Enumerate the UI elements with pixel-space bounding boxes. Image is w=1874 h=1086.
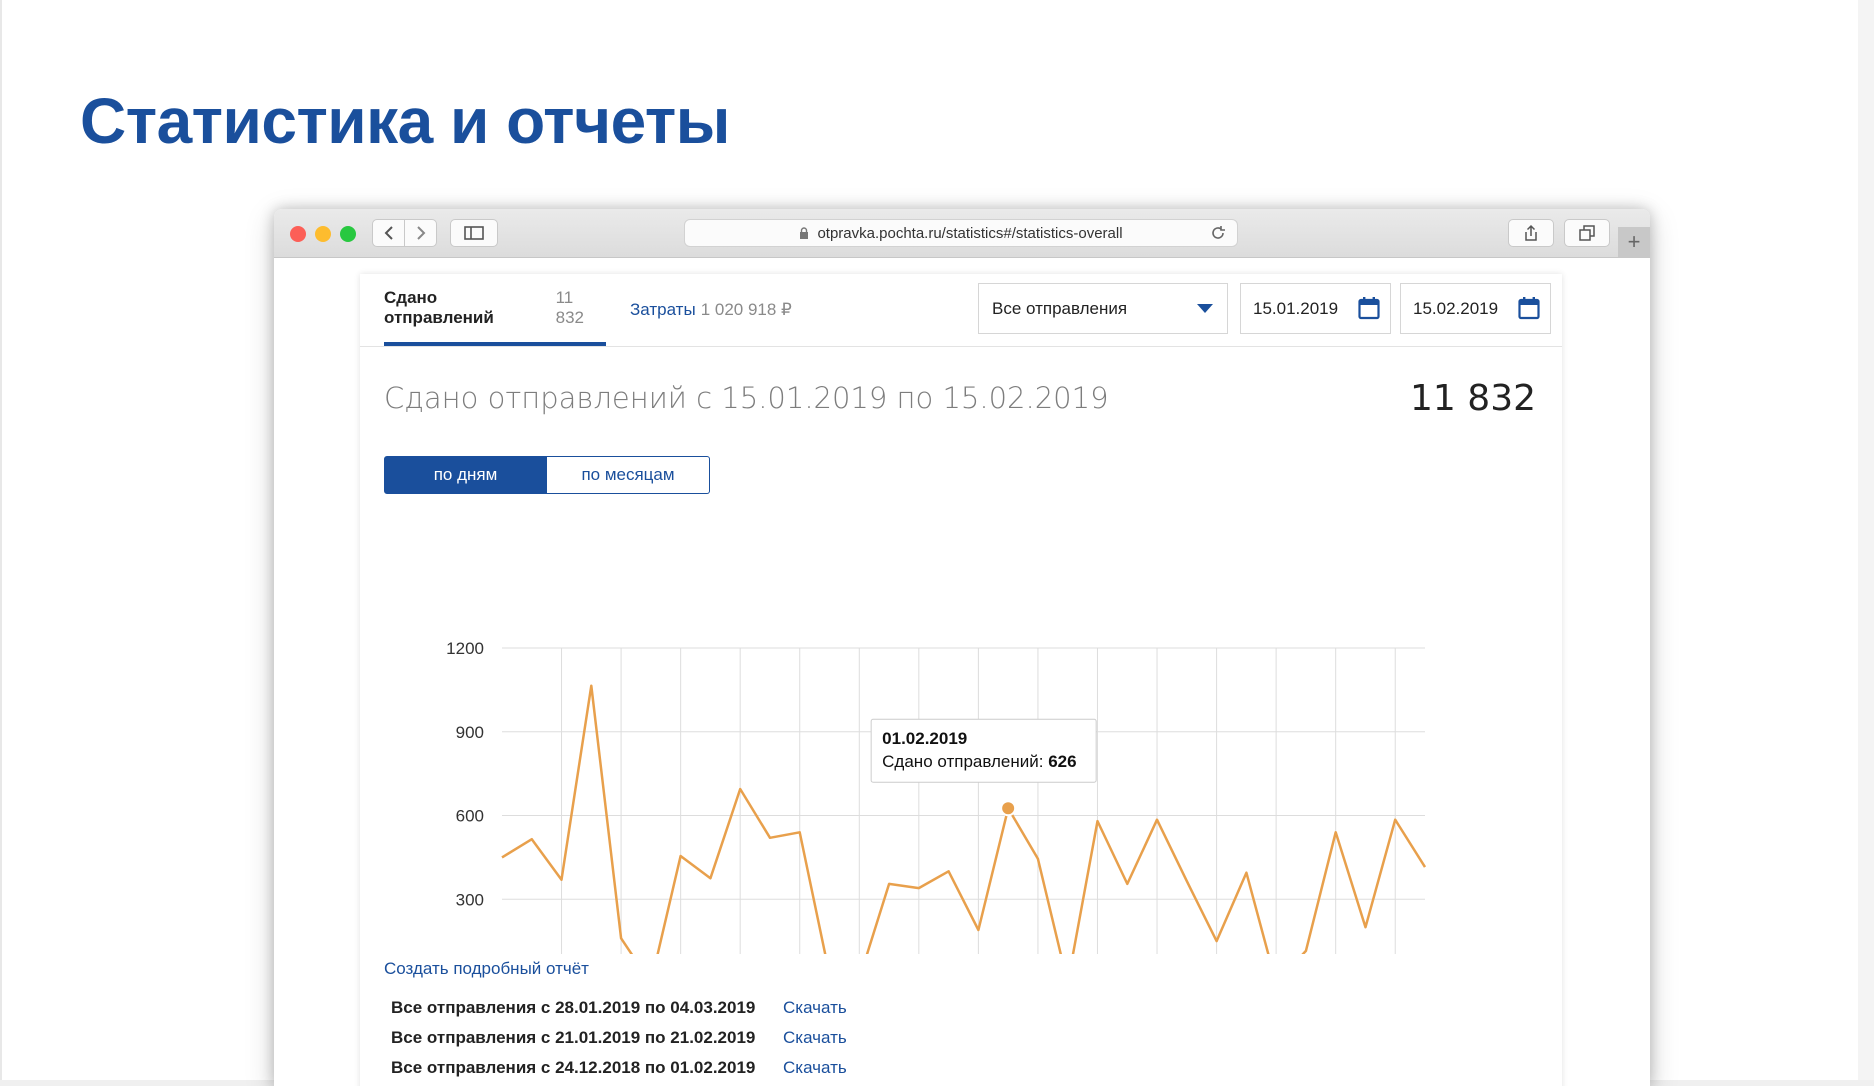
browser-window: otpravka.pochta.ru/statistics#/statistic… xyxy=(274,209,1650,1086)
share-button[interactable] xyxy=(1508,219,1554,247)
close-window-button[interactable] xyxy=(290,226,306,242)
tabs-overview-button[interactable] xyxy=(1564,219,1610,247)
data-point xyxy=(619,936,623,940)
create-report-link[interactable]: Создать подробный отчёт xyxy=(384,959,589,979)
slide-title: Статистика и отчеты xyxy=(80,85,730,157)
data-point xyxy=(1363,925,1367,929)
report-name: Все отправления с 28.01.2019 по 04.03.20… xyxy=(391,998,756,1017)
lock-icon xyxy=(800,226,809,239)
data-point xyxy=(1423,865,1427,869)
data-point xyxy=(1155,818,1159,822)
download-link[interactable]: Скачать xyxy=(783,1058,847,1078)
tabs-icon xyxy=(1579,225,1595,241)
data-point xyxy=(560,878,564,882)
slide-right-edge xyxy=(1858,0,1874,1086)
url-text: otpravka.pochta.ru/statistics#/statistic… xyxy=(817,224,1123,242)
data-point xyxy=(1334,830,1338,834)
download-link[interactable]: Скачать xyxy=(783,998,847,1018)
data-point xyxy=(1244,871,1248,875)
data-point xyxy=(738,787,742,791)
data-point xyxy=(887,882,891,886)
zoom-window-button[interactable] xyxy=(340,226,356,242)
y-tick-label: 300 xyxy=(456,890,484,909)
slide-left-edge xyxy=(0,0,2,1086)
data-point xyxy=(679,854,683,858)
data-point xyxy=(708,876,712,880)
data-point xyxy=(500,855,504,859)
minimize-window-button[interactable] xyxy=(315,226,331,242)
data-point xyxy=(1304,949,1308,953)
page-content: Сдано отправлений 11 832 Затраты 1 020 9… xyxy=(274,258,1650,1086)
forward-button[interactable] xyxy=(404,219,437,247)
address-bar[interactable]: otpravka.pochta.ru/statistics#/statistic… xyxy=(684,219,1238,247)
sidebar-toggle-button[interactable] xyxy=(450,219,498,247)
y-tick-label: 600 xyxy=(456,807,484,826)
data-point xyxy=(976,928,980,932)
shipments-line-chart: 0300600900120017.0119.0121.0123.0125.012… xyxy=(446,639,1427,954)
data-point xyxy=(1393,818,1397,822)
data-point xyxy=(798,830,802,834)
sidebar-icon xyxy=(464,226,484,240)
navigation-buttons xyxy=(372,219,438,247)
tooltip-date: 01.02.2019 xyxy=(882,729,967,748)
data-point xyxy=(1185,879,1189,883)
statistics-card: Сдано отправлений 11 832 Затраты 1 020 9… xyxy=(360,274,1562,1086)
new-tab-button[interactable]: + xyxy=(1618,227,1650,257)
data-point xyxy=(917,886,921,890)
y-tick-label: 1200 xyxy=(446,639,484,658)
chevron-left-icon xyxy=(384,226,393,240)
tooltip-value: 626 xyxy=(1048,752,1076,771)
report-name: Все отправления с 24.12.2018 по 01.02.20… xyxy=(391,1058,756,1077)
data-point xyxy=(1095,819,1099,823)
data-point xyxy=(1125,882,1129,886)
y-tick-label: 900 xyxy=(456,723,484,742)
chevron-right-icon xyxy=(416,226,425,240)
data-point xyxy=(1215,939,1219,943)
back-button[interactable] xyxy=(372,219,405,247)
data-point xyxy=(1036,857,1040,861)
reload-icon[interactable] xyxy=(1209,224,1227,242)
tooltip-label: Сдано отправлений: 626 xyxy=(882,752,1076,771)
data-point xyxy=(530,837,534,841)
share-icon xyxy=(1525,224,1537,241)
download-link[interactable]: Скачать xyxy=(783,1028,847,1048)
highlighted-point xyxy=(1000,800,1017,817)
report-name: Все отправления с 21.01.2019 по 21.02.20… xyxy=(391,1028,756,1047)
data-point xyxy=(947,869,951,873)
data-point xyxy=(589,684,593,688)
data-point xyxy=(768,836,772,840)
browser-toolbar: otpravka.pochta.ru/statistics#/statistic… xyxy=(274,209,1650,258)
